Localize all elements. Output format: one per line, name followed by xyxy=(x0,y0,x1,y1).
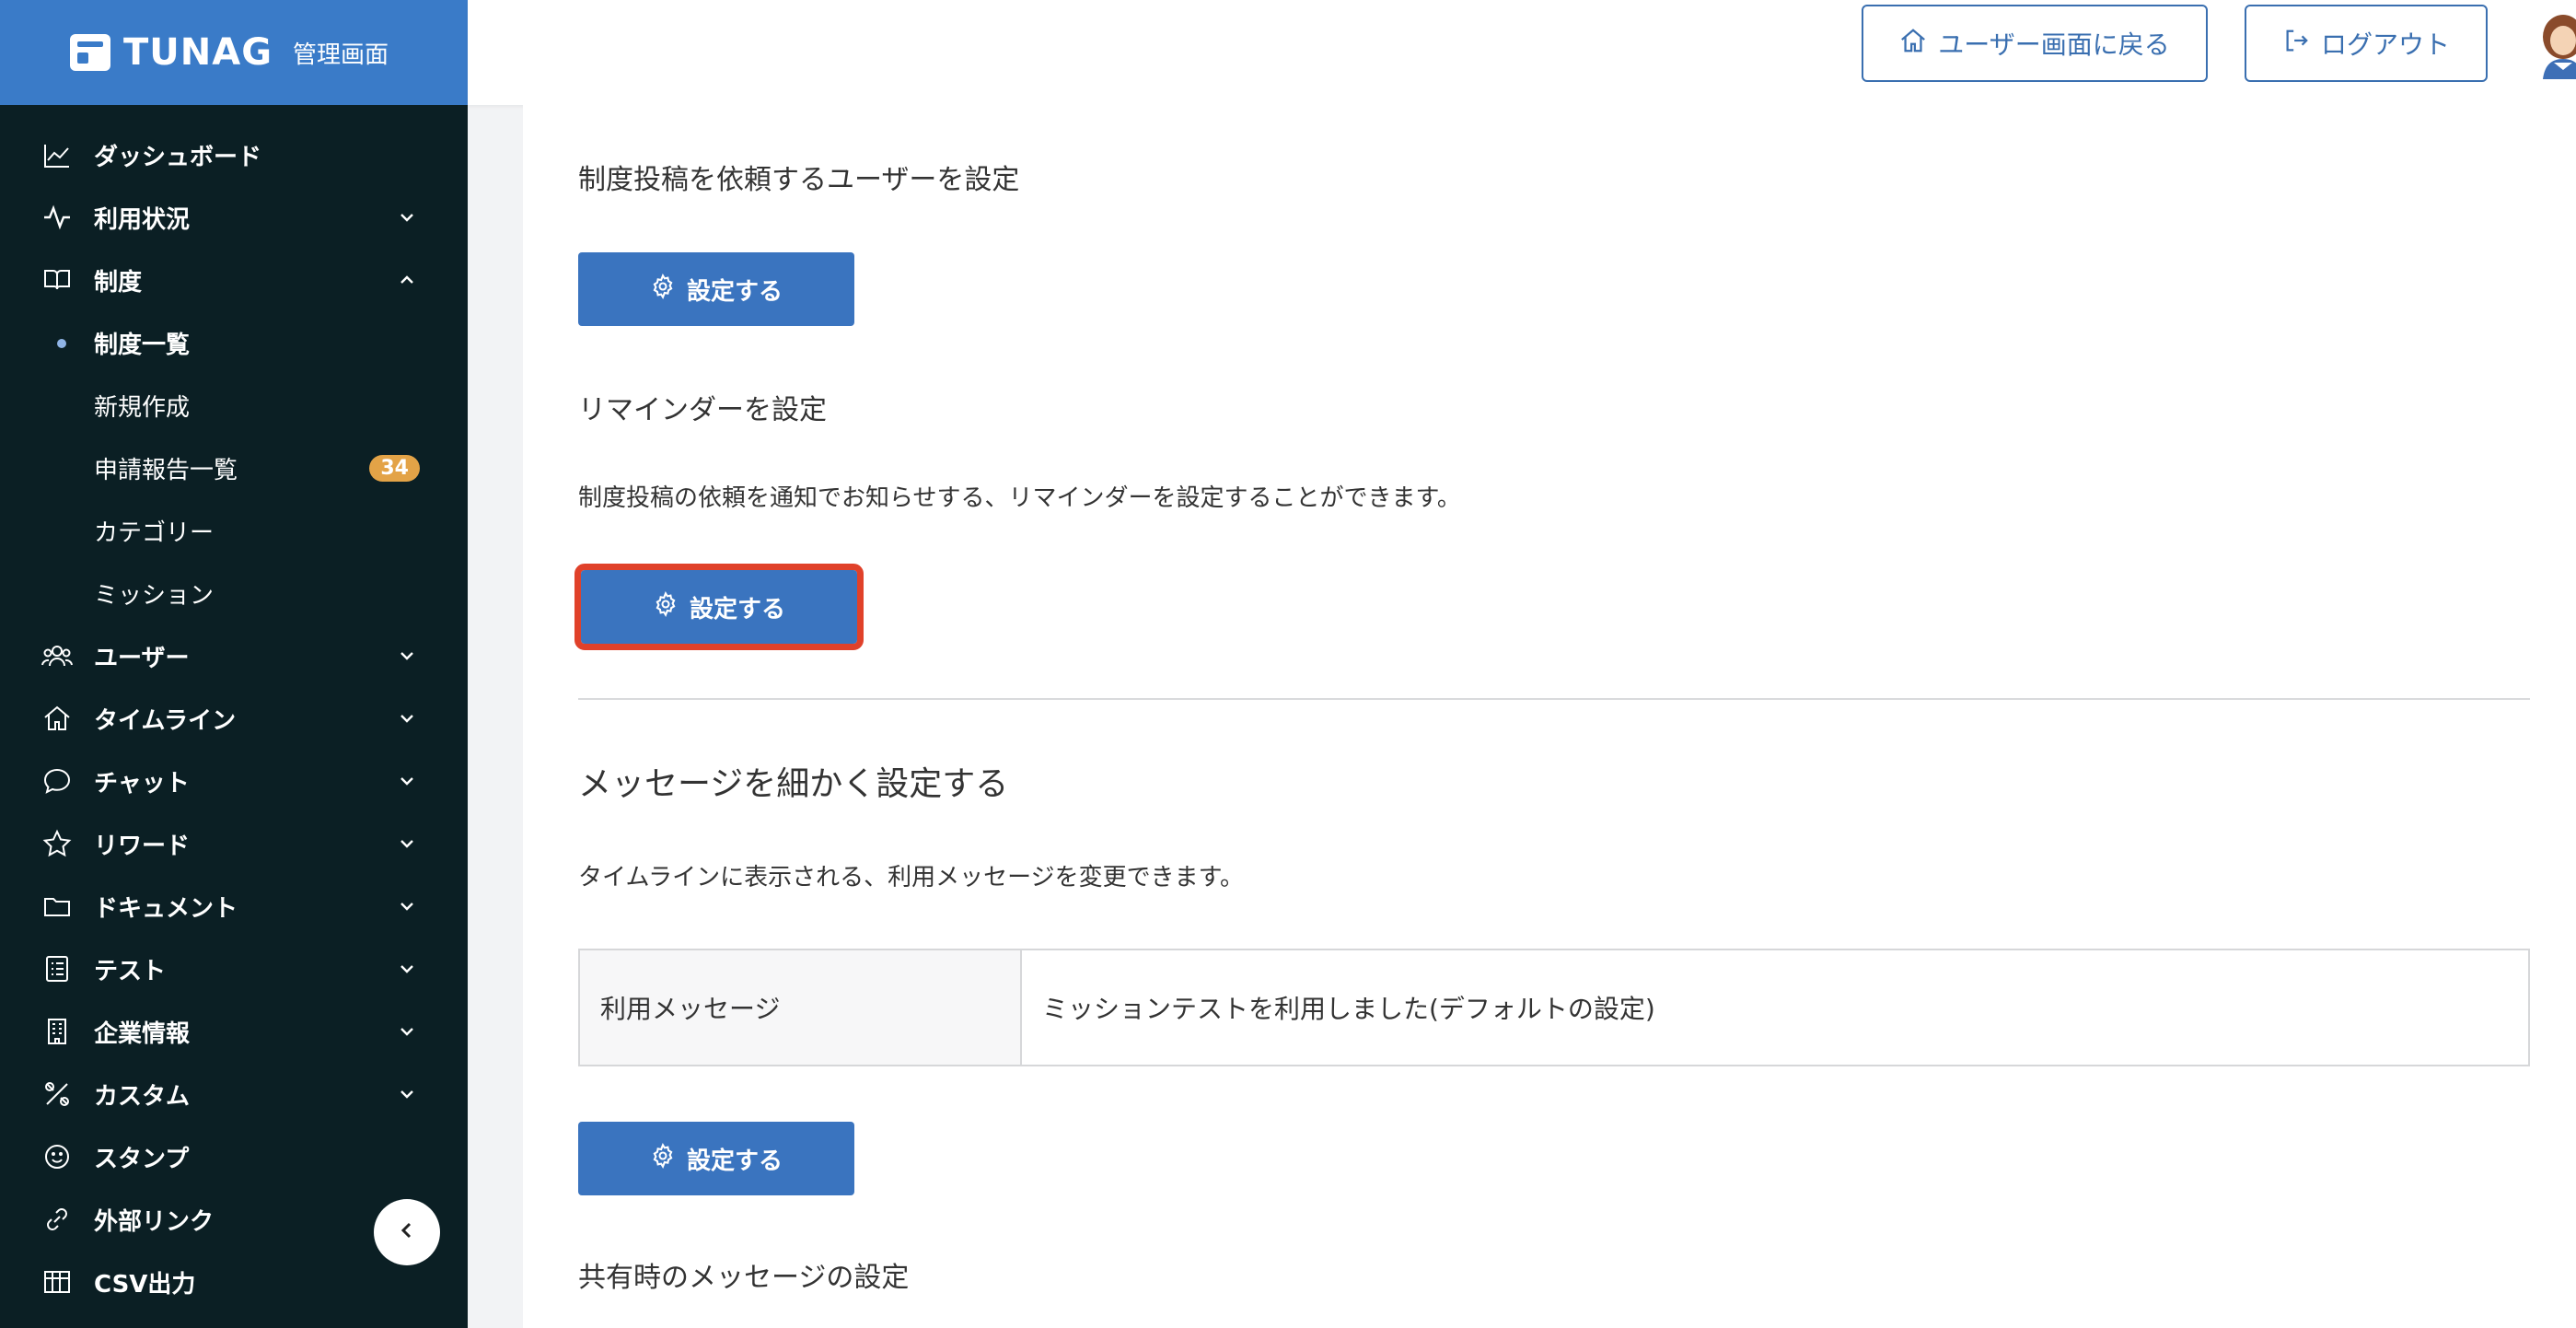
avatar[interactable] xyxy=(2526,6,2576,79)
sidebar-subitem-label: カテゴリー xyxy=(94,518,215,547)
chevron-up-icon xyxy=(394,267,420,293)
chevron-down-icon xyxy=(394,956,420,982)
back-to-user-screen-label: ユーザー画面に戻る xyxy=(1938,29,2170,60)
message-table: 利用メッセージ ミッションテストを利用しました(デフォルトの設定) xyxy=(578,949,2530,1066)
section-divider xyxy=(578,698,2530,700)
chevron-left-icon xyxy=(396,1219,418,1245)
sidebar-item-document[interactable]: ドキュメント xyxy=(0,875,468,938)
settings-button-label: 設定する xyxy=(686,277,783,306)
chevron-down-icon xyxy=(394,705,420,731)
list-icon xyxy=(41,952,74,985)
sidebar-item-label: CSV出力 xyxy=(94,1270,196,1299)
sidebar: TUNAG 管理画面 ダッシュボード 利用状況 制度 制度一覧 新規作成 申請報… xyxy=(0,0,468,1328)
building-icon xyxy=(41,1015,74,1048)
section-reminder-title: リマインダーを設定 xyxy=(578,394,827,426)
request-users-settings-button[interactable]: 設定する xyxy=(578,252,854,326)
sidebar-nav: ダッシュボード 利用状況 制度 制度一覧 新規作成 申請報告一覧 34 カテゴリ… xyxy=(0,105,468,1313)
sidebar-item-label: カスタム xyxy=(94,1082,191,1111)
sidebar-item-timeline[interactable]: タイムライン xyxy=(0,687,468,750)
settings-button-label: 設定する xyxy=(689,595,785,623)
gear-icon xyxy=(653,590,679,623)
sidebar-subitem-system-list[interactable]: 制度一覧 xyxy=(0,311,468,374)
sidebar-item-label: 企業情報 xyxy=(94,1019,191,1048)
sidebar-item-label: ドキュメント xyxy=(94,894,238,923)
sidebar-item-company[interactable]: 企業情報 xyxy=(0,1000,468,1063)
sidebar-item-system[interactable]: 制度 xyxy=(0,249,468,311)
sidebar-subitem-reports[interactable]: 申請報告一覧 34 xyxy=(0,437,468,499)
tunag-logo[interactable]: TUNAG xyxy=(70,31,273,74)
chevron-down-icon xyxy=(394,1019,420,1044)
activity-icon xyxy=(41,201,74,234)
sidebar-collapse-button[interactable] xyxy=(374,1199,440,1265)
main-content: 制度投稿を依頼するユーザーを設定 設定する リマインダーを設定 制度投稿の依頼を… xyxy=(523,105,2576,1328)
sidebar-item-custom[interactable]: カスタム xyxy=(0,1063,468,1125)
sidebar-item-label: ユーザー xyxy=(94,644,190,672)
sidebar-subitem-label: 申請報告一覧 xyxy=(94,456,238,484)
active-dot-icon xyxy=(57,339,66,348)
brand-header: TUNAG 管理画面 xyxy=(0,0,468,105)
chevron-down-icon xyxy=(394,831,420,856)
sidebar-subitem-label: 新規作成 xyxy=(94,393,191,422)
sidebar-item-reward[interactable]: リワード xyxy=(0,812,468,875)
sidebar-item-label: 制度 xyxy=(94,268,143,297)
message-settings-button[interactable]: 設定する xyxy=(578,1122,854,1195)
logout-icon xyxy=(2282,27,2310,61)
book-icon xyxy=(41,263,74,297)
section-reminder-description: 制度投稿の依頼を通知でお知らせする、リマインダーを設定することができます。 xyxy=(578,484,1461,512)
chevron-down-icon xyxy=(394,643,420,669)
gear-icon xyxy=(650,1142,676,1175)
gear-icon xyxy=(650,273,676,306)
count-badge: 34 xyxy=(369,454,420,482)
sidebar-item-users[interactable]: ユーザー xyxy=(0,624,468,687)
sidebar-item-label: リワード xyxy=(94,832,191,860)
sidebar-item-test[interactable]: テスト xyxy=(0,938,468,1000)
sidebar-item-label: 利用状況 xyxy=(94,205,191,234)
home-icon xyxy=(1899,27,1927,61)
sidebar-item-chat[interactable]: チャット xyxy=(0,750,468,812)
sidebar-item-label: 外部リンク xyxy=(94,1207,215,1236)
table-icon xyxy=(41,1265,74,1299)
back-to-user-screen-button[interactable]: ユーザー画面に戻る xyxy=(1862,5,2208,82)
message-table-label: 利用メッセージ xyxy=(580,950,1022,1065)
brand-name: TUNAG xyxy=(123,31,273,74)
users-icon xyxy=(41,639,74,672)
tools-icon xyxy=(41,1078,74,1111)
chat-icon xyxy=(41,764,74,798)
chevron-down-icon xyxy=(394,204,420,230)
tunag-logo-icon xyxy=(70,34,110,71)
sidebar-item-label: スタンプ xyxy=(94,1145,190,1173)
logout-label: ログアウト xyxy=(2320,29,2450,60)
settings-button-label: 設定する xyxy=(686,1147,783,1175)
home-icon xyxy=(41,702,74,735)
sidebar-subitem-category[interactable]: カテゴリー xyxy=(0,499,468,562)
folder-icon xyxy=(41,890,74,923)
sidebar-item-label: テスト xyxy=(94,957,167,985)
sidebar-subitem-label: 制度一覧 xyxy=(94,331,191,359)
chevron-down-icon xyxy=(394,1081,420,1107)
section-share-message-title: 共有時のメッセージの設定 xyxy=(578,1262,910,1294)
sidebar-item-stamp[interactable]: スタンプ xyxy=(0,1125,468,1188)
smile-icon xyxy=(41,1140,74,1173)
sidebar-item-label: ダッシュボード xyxy=(94,143,262,171)
chart-icon xyxy=(41,138,74,171)
chevron-down-icon xyxy=(394,893,420,919)
star-icon xyxy=(41,827,74,860)
link-icon xyxy=(41,1203,74,1236)
sidebar-item-label: タイムライン xyxy=(94,706,237,735)
sidebar-subitem-mission[interactable]: ミッション xyxy=(0,562,468,624)
sidebar-subitem-label: ミッション xyxy=(94,581,215,610)
sidebar-subitem-new[interactable]: 新規作成 xyxy=(0,374,468,437)
reminder-settings-button[interactable]: 設定する xyxy=(574,564,864,650)
sidebar-item-dashboard[interactable]: ダッシュボード xyxy=(0,123,468,186)
section-message-description: タイムラインに表示される、利用メッセージを変更できます。 xyxy=(578,864,1245,891)
logout-button[interactable]: ログアウト xyxy=(2245,5,2488,82)
sidebar-item-label: チャット xyxy=(94,769,190,798)
brand-subtitle: 管理画面 xyxy=(293,41,389,69)
sidebar-item-usage[interactable]: 利用状況 xyxy=(0,186,468,249)
section-message-title: メッセージを細かく設定する xyxy=(578,765,1009,803)
message-table-value: ミッションテストを利用しました(デフォルトの設定) xyxy=(1042,994,1655,1024)
top-header: ユーザー画面に戻る ログアウト xyxy=(468,0,2576,105)
section-request-users-title: 制度投稿を依頼するユーザーを設定 xyxy=(578,164,1020,196)
chevron-down-icon xyxy=(394,768,420,794)
